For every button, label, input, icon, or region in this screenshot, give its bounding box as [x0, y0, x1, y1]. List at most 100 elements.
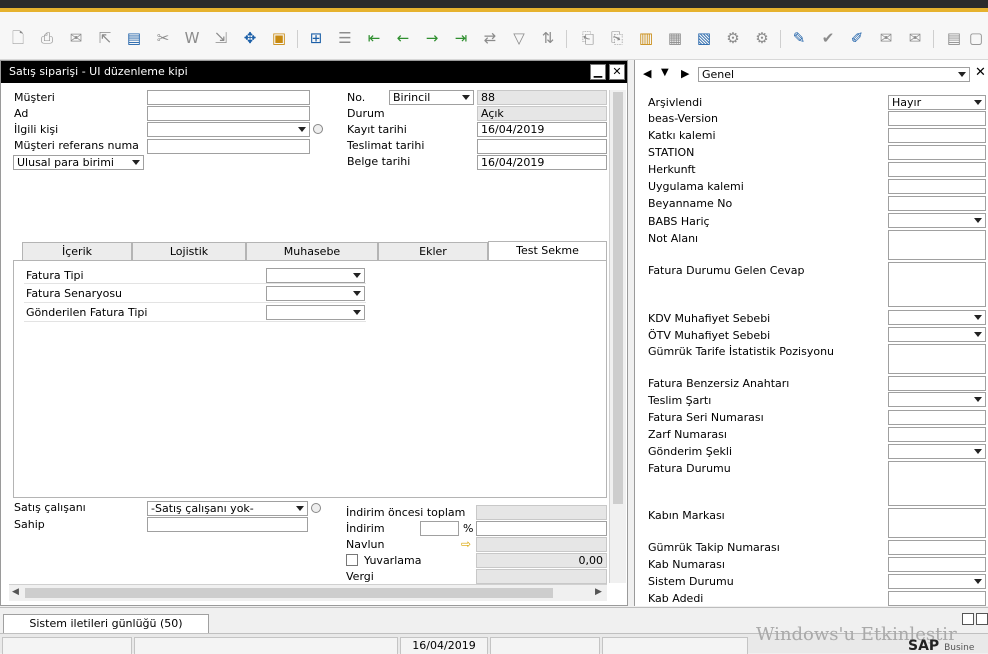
fatura-durumu-gelen-cevap-textarea[interactable] — [888, 262, 986, 307]
report-icon[interactable]: ▥ — [636, 28, 656, 48]
musteri-ref-input[interactable] — [147, 139, 310, 154]
document-date-input[interactable]: 16/04/2019 — [477, 155, 607, 170]
gonderim-sekli-select[interactable] — [888, 444, 986, 459]
ilgili-kisi-select[interactable] — [147, 122, 310, 137]
dropdown-icon[interactable]: ▼ — [661, 67, 669, 78]
system-messages-tab[interactable]: Sistem iletileri günlüğü (50) — [3, 614, 209, 634]
new-document-icon[interactable]: 🗋 — [8, 28, 28, 48]
tab-ekler[interactable]: Ekler — [378, 242, 488, 261]
window-icon[interactable] — [976, 613, 988, 625]
rounding-checkbox[interactable] — [346, 554, 358, 566]
pdf-icon[interactable]: ⇲ — [211, 28, 231, 48]
fatura-seri-numarasi-input[interactable] — [888, 410, 986, 425]
fatura-senaryosu-select[interactable] — [266, 286, 365, 301]
calendar-icon[interactable]: ▦ — [665, 28, 685, 48]
window-icon[interactable] — [962, 613, 974, 625]
scroll-right-icon[interactable]: ▶ — [595, 587, 602, 597]
last-record-icon[interactable]: ⇥ — [451, 28, 471, 48]
move-icon[interactable]: ✥ — [240, 28, 260, 48]
sap-logo-text: SAP — [908, 638, 940, 654]
discount-percent-input[interactable] — [420, 521, 459, 536]
uygulama-kalemi-input[interactable] — [888, 179, 986, 194]
refresh-icon[interactable]: ⇄ — [480, 28, 500, 48]
fatura-durumu-textarea[interactable] — [888, 461, 986, 506]
arsivlendi-select[interactable]: Hayır — [888, 95, 986, 110]
gumruk-tarife-textarea[interactable] — [888, 344, 986, 374]
otv-muhafiyet-select[interactable] — [888, 327, 986, 342]
link-arrow-icon[interactable] — [313, 124, 323, 134]
teslim-sarti-select[interactable] — [888, 392, 986, 407]
find-icon[interactable]: ⊞ — [306, 28, 326, 48]
not-alani-textarea[interactable] — [888, 230, 986, 260]
tab-muhasebe[interactable]: Muhasebe — [246, 242, 378, 261]
posting-date-input[interactable]: 16/04/2019 — [477, 122, 607, 137]
link-arrow-icon[interactable] — [311, 503, 321, 513]
currency-select[interactable]: Ulusal para birimi — [13, 155, 144, 170]
print-preview-icon[interactable]: ▤ — [124, 28, 144, 48]
message-icon[interactable]: ✉ — [905, 28, 925, 48]
vertical-scrollbar[interactable] — [609, 90, 626, 583]
email-icon[interactable]: ✉ — [66, 28, 86, 48]
kabin-markasi-textarea[interactable] — [888, 508, 986, 538]
herkunft-input[interactable] — [888, 162, 986, 177]
tab-lojistik[interactable]: Lojistik — [132, 242, 246, 261]
category-select[interactable]: Genel — [698, 67, 970, 82]
station-input[interactable] — [888, 145, 986, 160]
export-icon[interactable]: ⇱ — [95, 28, 115, 48]
gumruk-takip-numarasi-input[interactable] — [888, 540, 986, 555]
kdv-muhafiyet-select[interactable] — [888, 310, 986, 325]
gonderilen-fatura-tipi-select[interactable] — [266, 305, 365, 320]
filter-icon[interactable]: ▽ — [509, 28, 529, 48]
chart-icon[interactable]: ▧ — [694, 28, 714, 48]
sistem-durumu-select[interactable] — [888, 574, 986, 589]
ad-input[interactable] — [147, 106, 310, 121]
list-icon[interactable]: ☰ — [335, 28, 355, 48]
kab-adedi-input[interactable] — [888, 591, 986, 606]
check-icon[interactable]: ✔ — [818, 28, 838, 48]
window-title-bar[interactable]: Satış siparişi - UI düzenleme kipi ▁ ✕ — [1, 61, 627, 83]
message-icon[interactable]: ✉ — [876, 28, 896, 48]
beas-version-input[interactable] — [888, 111, 986, 126]
delete-icon[interactable]: ✂ — [153, 28, 173, 48]
tab-test-sekme[interactable]: Test Sekme — [488, 241, 607, 261]
zarf-numarasi-input[interactable] — [888, 427, 986, 442]
series-select[interactable]: Birincil — [389, 90, 474, 105]
delivery-date-input[interactable] — [477, 139, 607, 154]
previous-record-icon[interactable]: ← — [393, 28, 413, 48]
copy-from-icon[interactable]: ⎗ — [578, 28, 598, 48]
musteri-input[interactable] — [147, 90, 310, 105]
scroll-left-icon[interactable]: ◀ — [12, 587, 19, 597]
fatura-tipi-select[interactable] — [266, 268, 365, 283]
fatura-benzersiz-anahtari-input[interactable] — [888, 376, 986, 391]
window-icon[interactable]: ▢ — [966, 28, 986, 48]
notes-icon[interactable]: ✐ — [847, 28, 867, 48]
katki-kalemi-input[interactable] — [888, 128, 986, 143]
settings-icon[interactable]: ⚙ — [752, 28, 772, 48]
first-record-icon[interactable]: ⇤ — [364, 28, 384, 48]
minimize-button[interactable]: ▁ — [590, 64, 606, 80]
window-icon[interactable]: ▤ — [944, 28, 964, 48]
beyanname-no-input[interactable] — [888, 196, 986, 211]
babs-haric-select[interactable] — [888, 213, 986, 228]
close-icon[interactable]: ✕ — [975, 65, 986, 80]
previous-icon[interactable]: ◀ — [643, 67, 651, 80]
sort-icon[interactable]: ⇅ — [538, 28, 558, 48]
edit-icon[interactable]: ✎ — [789, 28, 809, 48]
settings-icon[interactable]: ⚙ — [723, 28, 743, 48]
scrollbar-thumb[interactable] — [25, 588, 553, 598]
close-button[interactable]: ✕ — [609, 64, 625, 80]
next-record-icon[interactable]: → — [422, 28, 442, 48]
link-arrow-icon[interactable]: ⇨ — [461, 537, 471, 551]
print-icon[interactable]: ⎙ — [37, 28, 57, 48]
word-icon[interactable]: W — [182, 28, 202, 48]
next-icon[interactable]: ▶ — [681, 67, 689, 80]
horizontal-scrollbar[interactable]: ◀ ▶ — [9, 584, 607, 601]
discount-amount-input[interactable] — [476, 521, 607, 536]
scrollbar-thumb[interactable] — [613, 92, 623, 504]
kab-numarasi-input[interactable] — [888, 557, 986, 572]
sales-employee-select[interactable]: -Satış çalışanı yok- — [147, 501, 308, 516]
lock-icon[interactable]: ▣ — [269, 28, 289, 48]
copy-to-icon[interactable]: ⎘ — [607, 28, 627, 48]
owner-input[interactable] — [147, 517, 308, 532]
tab-icerik[interactable]: İçerik — [22, 242, 132, 261]
